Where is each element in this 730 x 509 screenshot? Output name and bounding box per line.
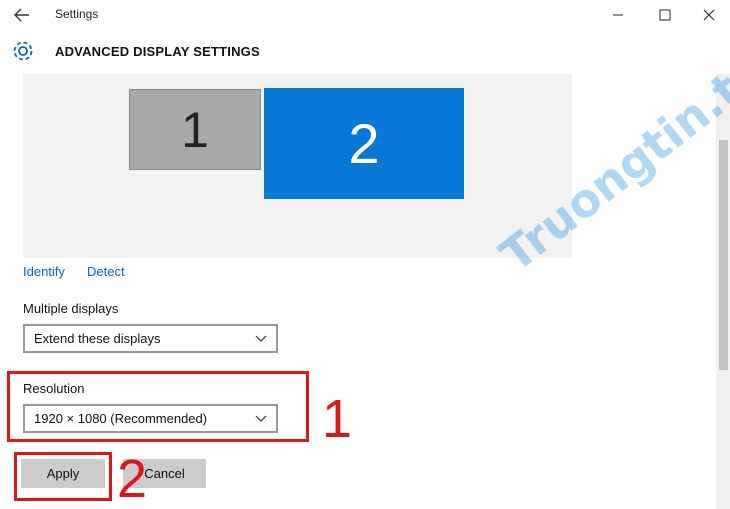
resolution-value: 1920 × 1080 (Recommended) [34, 411, 208, 426]
page-title: ADVANCED DISPLAY SETTINGS [55, 44, 260, 59]
close-icon[interactable] [686, 0, 730, 30]
detect-link[interactable]: Detect [87, 264, 125, 279]
identify-link[interactable]: Identify [23, 264, 65, 279]
resolution-select[interactable]: 1920 × 1080 (Recommended) [23, 404, 278, 433]
maximize-icon[interactable] [642, 0, 688, 30]
title-bar: Settings [0, 0, 730, 30]
resolution-label: Resolution [23, 381, 85, 396]
gear-icon [10, 38, 36, 64]
scrollbar-thumb[interactable] [719, 140, 728, 370]
chevron-down-icon [254, 412, 268, 426]
window-title: Settings [55, 7, 99, 21]
annotation-step-2: 2 [117, 449, 148, 509]
apply-button[interactable]: Apply [21, 459, 105, 488]
page-header: ADVANCED DISPLAY SETTINGS [0, 30, 730, 74]
monitor-1[interactable]: 1 [129, 89, 261, 170]
back-arrow-icon[interactable] [10, 4, 34, 26]
minimize-icon[interactable] [595, 0, 641, 30]
chevron-down-icon [254, 332, 268, 346]
multiple-displays-label: Multiple displays [23, 301, 119, 316]
annotation-step-1: 1 [322, 389, 353, 449]
monitor-2[interactable]: 2 [264, 88, 464, 199]
multiple-displays-value: Extend these displays [34, 331, 161, 346]
multiple-displays-select[interactable]: Extend these displays [23, 324, 278, 353]
